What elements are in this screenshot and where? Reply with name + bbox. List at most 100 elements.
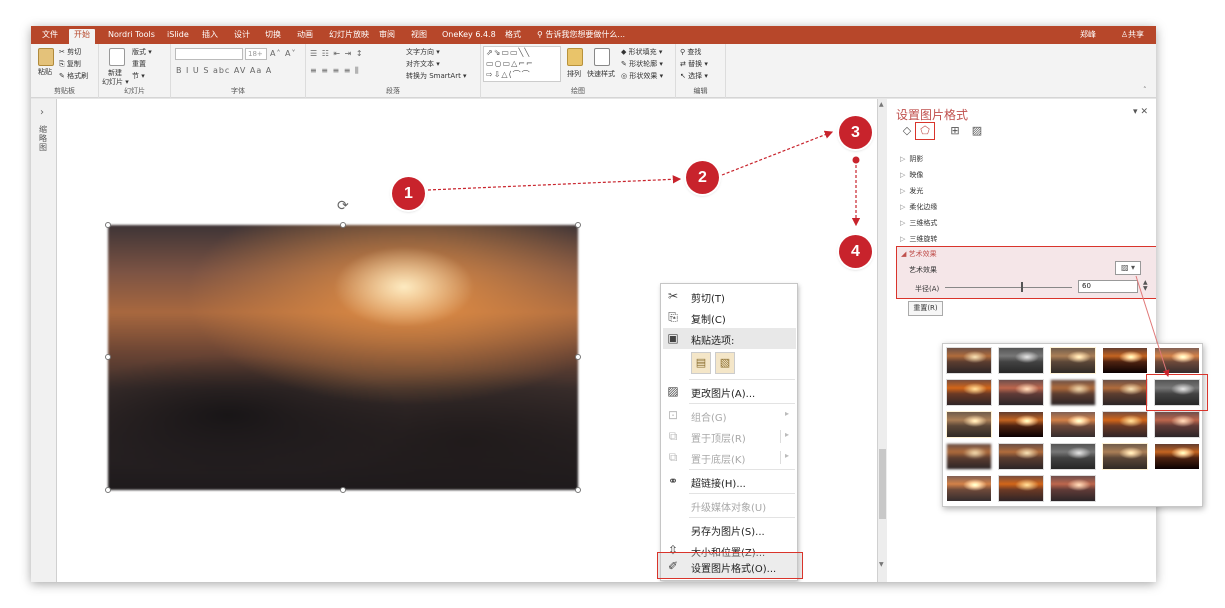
rotate-handle-icon[interactable]: ⟳ <box>337 198 349 214</box>
art-effect-thumbnail[interactable] <box>998 411 1044 438</box>
copy-button[interactable]: ⎘ 复制 <box>59 59 81 69</box>
menu-item-cut[interactable]: ✂ 剪切(T) <box>661 286 797 307</box>
art-effect-thumbnail[interactable] <box>1050 411 1096 438</box>
artistic-effects-dropdown[interactable]: ▨ ▾ <box>1115 261 1141 275</box>
resize-handle[interactable] <box>105 222 111 228</box>
quick-styles-icon[interactable] <box>594 48 610 66</box>
resize-handle[interactable] <box>340 222 346 228</box>
tab-insert[interactable]: 插入 <box>197 29 223 44</box>
scrollbar-thumb[interactable] <box>879 449 886 519</box>
tab-view[interactable]: 视图 <box>406 29 432 44</box>
select-button[interactable]: ↖ 选择 ▾ <box>680 71 708 81</box>
resize-handle[interactable] <box>105 487 111 493</box>
art-effect-thumbnail[interactable] <box>946 379 992 406</box>
cut-button[interactable]: ✂ 剪切 <box>59 47 81 57</box>
menu-item-format-picture[interactable]: ✐ 设置图片格式(O)... <box>661 556 797 577</box>
radius-slider-knob[interactable] <box>1021 282 1024 292</box>
collapse-ribbon-icon[interactable]: ˄ <box>1143 86 1147 94</box>
shape-effects-button[interactable]: ◎ 形状效果 ▾ <box>621 71 663 81</box>
tab-design[interactable]: 设计 <box>229 29 255 44</box>
resize-handle[interactable] <box>575 354 581 360</box>
tell-me-search[interactable]: ⚲ 告诉我您想要做什么... <box>537 29 625 40</box>
blurred-sunset-photo[interactable] <box>108 225 578 490</box>
reset-button[interactable]: 重置(R) <box>908 301 943 316</box>
tab-file[interactable]: 文件 <box>37 29 63 44</box>
font-size-select[interactable]: 18+ <box>245 48 267 60</box>
new-slide-icon[interactable] <box>109 48 125 66</box>
paste-button[interactable]: 粘贴 <box>38 67 52 77</box>
format-painter-button[interactable]: ✎ 格式刷 <box>59 71 88 81</box>
radius-input[interactable]: 60 <box>1078 280 1138 293</box>
art-effect-thumbnail[interactable] <box>1102 379 1148 406</box>
section-shadow[interactable]: ▷ 阴影 <box>900 154 923 164</box>
menu-item-change-picture[interactable]: ▨ 更改图片(A)... <box>661 381 797 402</box>
reset-slide-button[interactable]: 重置 <box>132 59 146 69</box>
find-button[interactable]: ⚲ 查找 <box>680 47 701 57</box>
section-soft-edges[interactable]: ▷ 柔化边缘 <box>900 202 937 212</box>
paste-as-picture-icon[interactable]: ▧ <box>715 352 735 374</box>
tab-islide[interactable]: iSlide <box>162 29 194 44</box>
section-button[interactable]: 节 ▾ <box>132 71 145 81</box>
tab-home[interactable]: 开始 <box>69 29 95 44</box>
art-effect-thumbnail[interactable] <box>946 411 992 438</box>
art-effect-thumbnail[interactable] <box>1102 411 1148 438</box>
scroll-up-icon[interactable]: ▲ <box>879 101 884 108</box>
text-direction-button[interactable]: 文字方向 ▾ <box>406 47 440 57</box>
art-effect-thumbnail[interactable] <box>1154 443 1200 470</box>
replace-button[interactable]: ⇄ 替换 ▾ <box>680 59 708 69</box>
section-glow[interactable]: ▷ 发光 <box>900 186 923 196</box>
fill-line-tab-icon[interactable]: ◇ <box>900 124 914 138</box>
shapes-gallery[interactable]: ⇗⇘▭▭╲╲ ▭○▭△⌐⌐ ⇨⇩△⟨⌒⌒ <box>483 46 561 82</box>
section-reflection[interactable]: ▷ 映像 <box>900 170 923 180</box>
tab-animations[interactable]: 动画 <box>292 29 318 44</box>
menu-item-hyperlink[interactable]: ⚭ 超链接(H)... <box>661 471 797 492</box>
tab-review[interactable]: 审阅 <box>374 29 400 44</box>
menu-item-copy[interactable]: ⎘ 复制(C) <box>661 307 797 328</box>
tab-nordri-tools[interactable]: Nordri Tools <box>103 29 160 44</box>
scroll-down-icon[interactable]: ▼ <box>879 561 884 568</box>
art-effect-thumbnail[interactable] <box>1154 347 1200 374</box>
quick-styles-button[interactable]: 快速样式 <box>587 69 615 79</box>
art-effect-thumbnail[interactable] <box>946 475 992 502</box>
art-effect-thumbnail[interactable] <box>946 443 992 470</box>
art-effect-thumbnail[interactable] <box>946 347 992 374</box>
art-effect-thumbnail[interactable] <box>1154 411 1200 438</box>
art-effect-thumbnail[interactable] <box>998 347 1044 374</box>
size-properties-tab-icon[interactable]: ⊞ <box>948 124 962 138</box>
pane-options-icon[interactable]: ▾ <box>1133 107 1138 117</box>
resize-handle[interactable] <box>340 487 346 493</box>
radius-slider[interactable] <box>945 287 1072 288</box>
list-buttons[interactable]: ☰ ☷ ⇤ ⇥ ↕ <box>310 49 364 58</box>
expand-thumbnails-icon[interactable]: › <box>40 107 44 118</box>
art-effect-thumbnail[interactable] <box>1050 443 1096 470</box>
art-effect-thumbnail[interactable] <box>1102 443 1148 470</box>
close-icon[interactable]: ✕ <box>1140 107 1148 117</box>
resize-handle[interactable] <box>575 222 581 228</box>
tab-slideshow[interactable]: 幻灯片放映 <box>324 29 374 44</box>
art-effect-thumbnail[interactable] <box>998 379 1044 406</box>
art-effect-thumbnail[interactable] <box>998 443 1044 470</box>
artistic-effects-title[interactable]: ◢ 艺术效果 <box>901 249 937 259</box>
align-buttons[interactable]: ≡ ≡ ≡ ≡ ⫼ <box>310 66 360 76</box>
font-family-select[interactable] <box>175 48 243 60</box>
art-effect-thumbnail[interactable] <box>1050 379 1096 406</box>
pane-scrollbar[interactable]: ▲ ▼ <box>878 99 887 582</box>
paste-keep-source-icon[interactable]: ▤ <box>691 352 711 374</box>
arrange-button[interactable]: 排列 <box>567 69 581 79</box>
resize-handle[interactable] <box>105 354 111 360</box>
resize-handle[interactable] <box>575 487 581 493</box>
shape-outline-button[interactable]: ✎ 形状轮廓 ▾ <box>621 59 663 69</box>
art-effect-thumbnail[interactable] <box>1050 347 1096 374</box>
menu-item-save-as-picture[interactable]: 另存为图片(S)... <box>661 519 797 540</box>
user-name[interactable]: 郑峰 <box>1080 29 1096 40</box>
radius-spinner-icon[interactable]: ▲ ▼ <box>1143 280 1148 292</box>
tab-transitions[interactable]: 切换 <box>260 29 286 44</box>
art-effect-thumbnail[interactable] <box>1102 347 1148 374</box>
art-effect-thumbnail[interactable] <box>998 475 1044 502</box>
align-text-button[interactable]: 对齐文本 ▾ <box>406 59 440 69</box>
tab-format[interactable]: 格式 <box>500 29 526 44</box>
layout-button[interactable]: 版式 ▾ <box>132 47 152 57</box>
smartart-button[interactable]: 转换为 SmartArt ▾ <box>406 71 467 81</box>
font-grow-shrink-icons[interactable]: A˄ A˅ <box>270 49 297 58</box>
picture-tab-icon[interactable]: ▨ <box>970 124 984 138</box>
